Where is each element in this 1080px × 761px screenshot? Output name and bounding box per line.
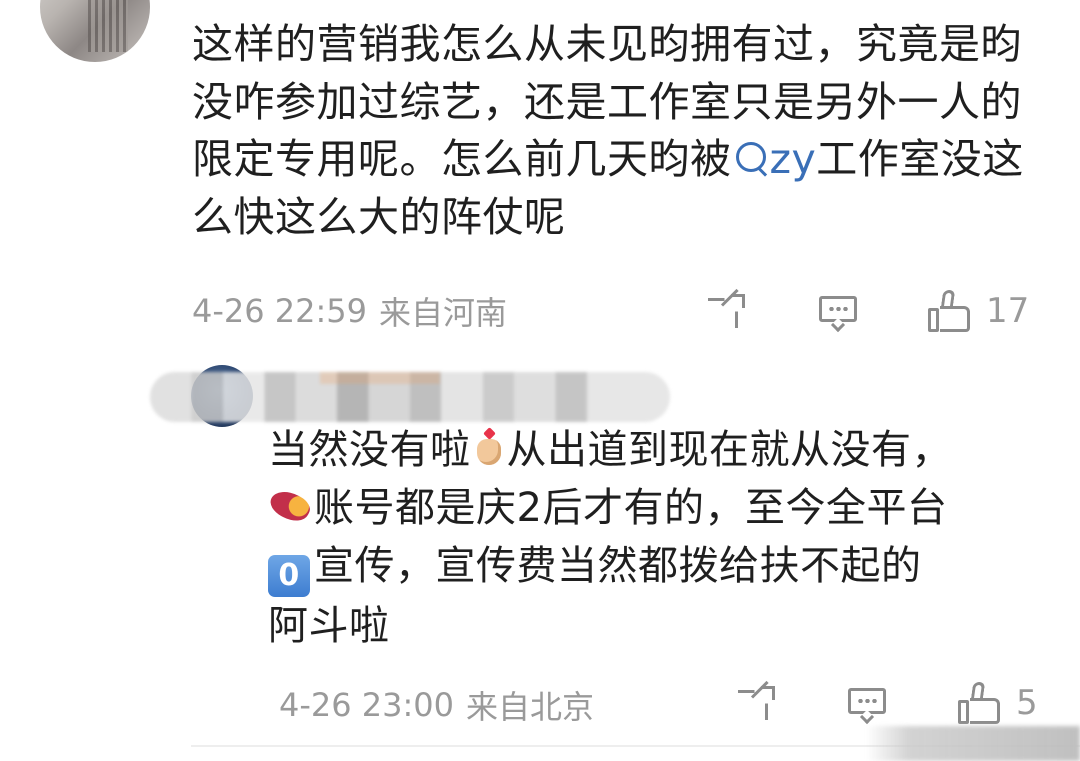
comment-icon <box>817 292 859 333</box>
reply-line-3: 0 宣传，宣传费当然都拨给扶不起的 <box>268 537 1048 597</box>
comment-icon <box>846 684 888 725</box>
comment-location: 来自河南 <box>379 294 508 332</box>
comment-like-button[interactable]: 17 <box>926 288 1029 334</box>
reply-line-3-text: 宣传，宣传费当然都拨给扶不起的 <box>314 543 922 589</box>
reply-line-1a: 当然没有啦 <box>268 427 471 473</box>
share-icon <box>736 680 776 724</box>
reply-line-2: 账号都是庆2后才有的，至今全平台 <box>268 479 1048 537</box>
sweet-potato-emoji <box>268 485 314 527</box>
reply-share-button[interactable] <box>736 680 776 724</box>
reply-line-4-text: 阿斗啦 <box>268 603 390 649</box>
reply-like-button[interactable]: 5 <box>956 680 1038 726</box>
reply-location: 来自北京 <box>466 688 595 726</box>
like-icon <box>926 288 972 334</box>
reply-reply-button[interactable] <box>846 684 888 725</box>
reply-like-count: 5 <box>1016 683 1038 723</box>
reply-meta: 4-26 23:00 来自北京 <box>279 682 594 728</box>
reply-timestamp: 4-26 23:00 <box>279 686 455 724</box>
comment-like-count: 17 <box>986 291 1030 331</box>
reply-line-2-text: 账号都是庆2后才有的，至今全平台 <box>314 485 948 531</box>
comment-share-button[interactable] <box>706 288 746 332</box>
reply-body: 当然没有啦 从出道到现在就从没有， 账号都是庆2后才有的，至今全平台 0 宣传，宣传… <box>268 421 1048 655</box>
search-keyword: zy <box>769 135 817 183</box>
keycap-zero-emoji: 0 <box>268 555 310 597</box>
comment-reply-button[interactable] <box>817 292 859 333</box>
reply-line-1b: 从出道到现在就从没有， <box>506 427 952 473</box>
search-icon <box>732 137 770 177</box>
comment-meta: 4-26 22:59 来自河南 <box>192 288 507 334</box>
comment-timestamp: 4-26 22:59 <box>192 292 368 330</box>
share-icon <box>706 288 746 332</box>
watermark-blurred <box>866 726 1080 761</box>
reply-line-1: 当然没有啦 从出道到现在就从没有， <box>268 421 1048 479</box>
commenter-avatar[interactable] <box>40 0 150 62</box>
like-icon <box>956 680 1002 726</box>
replier-name-blurred <box>150 372 670 422</box>
finger-heart-emoji <box>471 427 507 469</box>
comment-body: 这样的营销我怎么从未见昀拥有过，究竟是昀没咋参加过综艺，还是工作室只是另外一人的… <box>192 16 1052 246</box>
search-link[interactable]: zy <box>732 135 817 183</box>
reply-line-4: 阿斗啦 <box>268 597 1048 655</box>
